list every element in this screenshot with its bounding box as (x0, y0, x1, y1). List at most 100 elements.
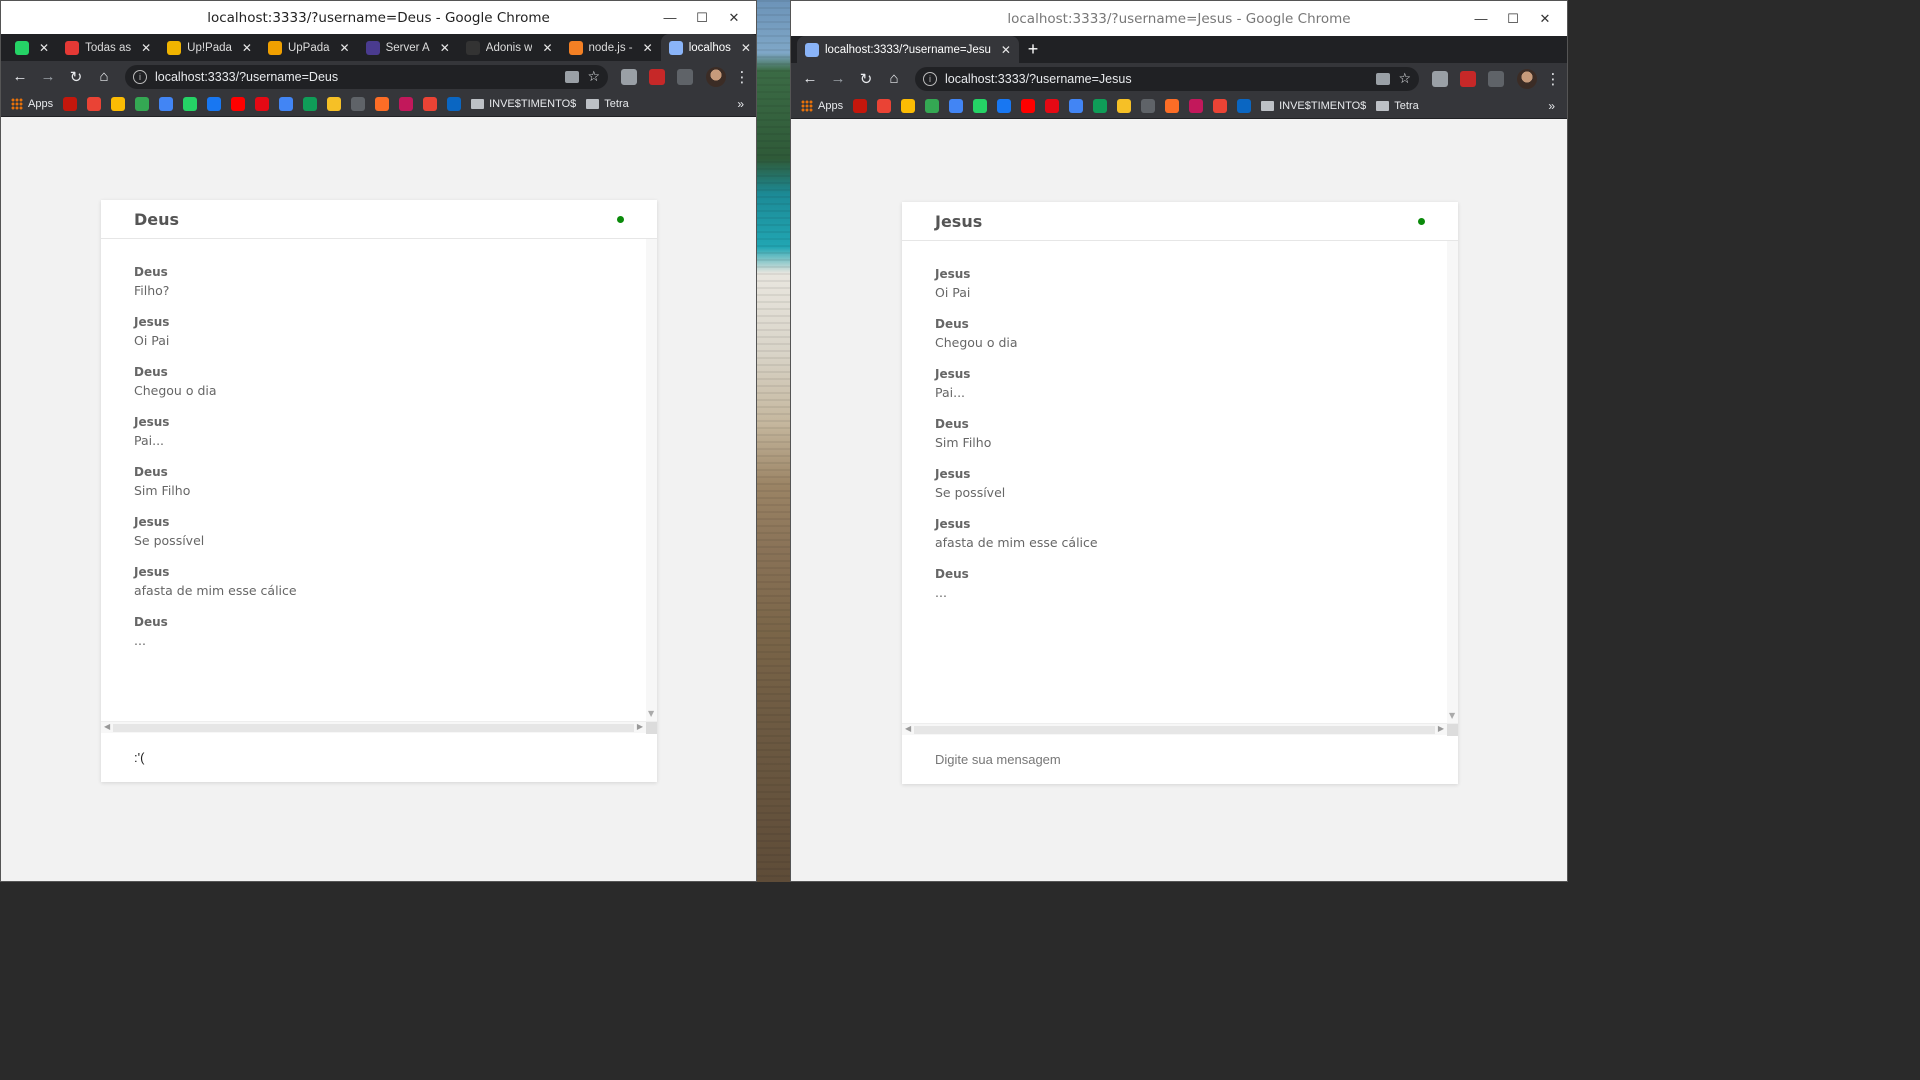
scroll-right-icon[interactable]: ▶ (1438, 724, 1444, 733)
menu-kebab-icon[interactable]: ⋮ (1545, 70, 1561, 88)
reload-icon[interactable]: ↻ (853, 70, 879, 88)
profile-avatar[interactable] (706, 66, 726, 87)
address-bar[interactable]: i localhost:3333/?username=Jesus ☆ (915, 66, 1419, 91)
new-tab-button[interactable]: + (1019, 36, 1047, 63)
slack-icon[interactable] (399, 97, 414, 111)
linkedin-icon[interactable] (447, 97, 462, 111)
g1-icon[interactable] (853, 99, 868, 113)
maximize-button[interactable]: ☐ (1497, 11, 1529, 27)
horizontal-scrollbar[interactable]: ◀ ▶ (902, 723, 1458, 736)
browser-tab[interactable]: Todas as ✕ (57, 34, 159, 61)
bookmark-star-icon[interactable]: ☆ (1398, 70, 1411, 87)
minimize-button[interactable]: — (654, 10, 686, 25)
translate-icon[interactable] (565, 70, 580, 83)
drive-icon[interactable] (925, 99, 940, 113)
translate-icon[interactable] (1069, 99, 1084, 113)
calendar21-icon[interactable] (1213, 99, 1228, 113)
browser-tab[interactable]: ✕ (7, 34, 57, 61)
forward-icon[interactable]: → (35, 68, 61, 85)
extension-icon[interactable] (677, 68, 693, 85)
keep-icon[interactable] (327, 97, 342, 111)
whatsapp-icon[interactable] (183, 97, 198, 111)
calendar21-icon[interactable] (423, 97, 438, 111)
gitlab-icon[interactable] (1165, 99, 1180, 113)
browser-tab[interactable]: localhos ✕ (660, 34, 756, 61)
profile-avatar[interactable] (1517, 68, 1537, 89)
tab-close-icon[interactable]: ✕ (643, 41, 653, 55)
github-icon[interactable] (1141, 99, 1156, 113)
bookmark-folder-tetra[interactable]: Tetra (1376, 100, 1419, 112)
photos-icon[interactable] (901, 99, 916, 113)
vertical-scrollbar[interactable]: ▼ (646, 239, 657, 721)
browser-tab[interactable]: UpPada ✕ (260, 34, 358, 61)
maximize-button[interactable]: ☐ (686, 10, 718, 26)
sheets-icon[interactable] (303, 97, 318, 111)
slack-icon[interactable] (1189, 99, 1204, 113)
tab-close-icon[interactable]: ✕ (542, 41, 552, 55)
github-icon[interactable] (351, 97, 366, 111)
info-icon[interactable]: i (923, 71, 937, 86)
scrollbar-thumb[interactable] (113, 724, 634, 732)
home-icon[interactable]: ⌂ (881, 70, 907, 87)
url-text[interactable]: localhost:3333/?username=Jesus (945, 72, 1368, 86)
scroll-down-icon[interactable]: ▼ (1449, 711, 1455, 720)
netflix-icon[interactable] (1045, 99, 1060, 113)
minimize-button[interactable]: — (1465, 11, 1497, 26)
message-input[interactable] (134, 750, 624, 765)
gitlab-icon[interactable] (375, 97, 390, 111)
facebook-icon[interactable] (997, 99, 1012, 113)
translate-icon[interactable] (279, 97, 294, 111)
drive-icon[interactable] (135, 97, 150, 111)
translate-icon[interactable] (1376, 72, 1391, 85)
tab-close-icon[interactable]: ✕ (242, 41, 252, 55)
bookmarks-overflow-icon[interactable]: » (1548, 99, 1555, 113)
browser-tab[interactable]: Adonis w ✕ (458, 34, 561, 61)
youtube-icon[interactable] (231, 97, 246, 111)
netflix-icon[interactable] (255, 97, 270, 111)
linkedin-icon[interactable] (1237, 99, 1252, 113)
browser-tab[interactable]: localhost:3333/?username=Jesu ✕ (797, 36, 1019, 63)
gmail-icon[interactable] (877, 99, 892, 113)
tab-close-icon[interactable]: ✕ (741, 41, 751, 55)
info-icon[interactable]: i (133, 69, 147, 84)
facebook-icon[interactable] (207, 97, 222, 111)
browser-tab[interactable]: node.js - ✕ (561, 34, 661, 61)
tab-close-icon[interactable]: ✕ (440, 41, 450, 55)
bookmark-folder-investimentos[interactable]: INVE$TIMENTO$ (471, 98, 576, 110)
tab-close-icon[interactable]: ✕ (340, 41, 350, 55)
photos-icon[interactable] (111, 97, 126, 111)
calendar-icon[interactable] (949, 99, 964, 113)
whatsapp-icon[interactable] (973, 99, 988, 113)
adblock-icon[interactable] (1460, 70, 1476, 87)
home-icon[interactable]: ⌂ (91, 68, 117, 85)
scroll-down-icon[interactable]: ▼ (648, 709, 654, 718)
tab-close-icon[interactable]: ✕ (39, 41, 49, 55)
forward-icon[interactable]: → (825, 70, 851, 87)
bookmark-apps[interactable]: Apps (801, 100, 843, 112)
reload-icon[interactable]: ↻ (63, 68, 89, 86)
close-button[interactable]: ✕ (1529, 11, 1561, 27)
bookmark-star-icon[interactable]: ☆ (587, 68, 600, 85)
extension-icon[interactable] (1488, 70, 1504, 87)
extension-m-icon[interactable] (1432, 70, 1448, 87)
url-text[interactable]: localhost:3333/?username=Deus (155, 70, 557, 84)
browser-tab[interactable]: Server A ✕ (358, 34, 458, 61)
bookmarks-overflow-icon[interactable]: » (737, 97, 744, 111)
calendar-icon[interactable] (159, 97, 174, 111)
scrollbar-thumb[interactable] (914, 726, 1435, 734)
vertical-scrollbar[interactable]: ▼ (1447, 241, 1458, 723)
back-icon[interactable]: ← (7, 68, 33, 85)
message-input[interactable] (935, 752, 1425, 767)
scroll-right-icon[interactable]: ▶ (637, 722, 643, 731)
extension-m-icon[interactable] (621, 68, 637, 85)
sheets-icon[interactable] (1093, 99, 1108, 113)
back-icon[interactable]: ← (797, 70, 823, 87)
adblock-icon[interactable] (649, 68, 665, 85)
g1-icon[interactable] (63, 97, 78, 111)
tab-close-icon[interactable]: ✕ (141, 41, 151, 55)
bookmark-folder-tetra[interactable]: Tetra (586, 98, 629, 110)
keep-icon[interactable] (1117, 99, 1132, 113)
close-button[interactable]: ✕ (718, 10, 750, 26)
address-bar[interactable]: i localhost:3333/?username=Deus ☆ (125, 64, 608, 89)
tab-close-icon[interactable]: ✕ (1001, 43, 1011, 57)
